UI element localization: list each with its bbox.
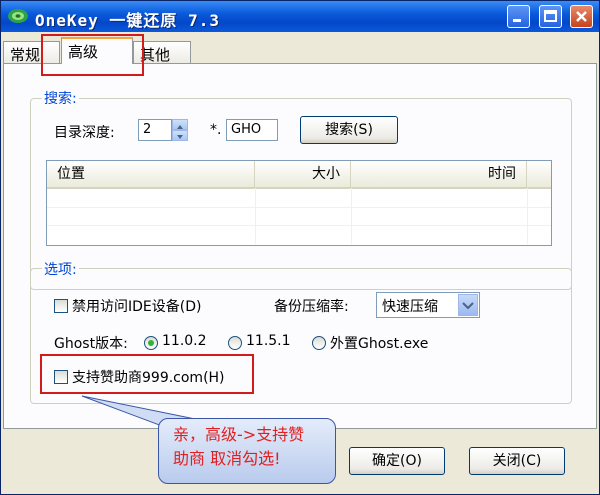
title-bar[interactable]: OneKey 一键还原 7.3 [1, 1, 599, 32]
ghost-version-label: Ghost版本: [54, 336, 128, 352]
depth-spinner[interactable] [172, 119, 188, 141]
close-button[interactable]: 关闭(C) [469, 447, 565, 475]
arrow-down-icon [177, 135, 183, 139]
ghost-version-radio-external[interactable] [312, 336, 326, 350]
close-window-button[interactable] [570, 5, 593, 28]
grid-line [527, 188, 528, 244]
annotation-line-1: 亲，高级->支持赞 [173, 425, 305, 444]
column-size[interactable]: 大小 [255, 161, 351, 187]
compression-select[interactable]: 快速压缩 [376, 292, 480, 318]
pattern-input[interactable]: GHO [226, 119, 278, 141]
maximize-icon [544, 10, 557, 22]
minimize-icon [513, 19, 521, 22]
radio-selected-dot [148, 340, 154, 346]
results-list[interactable]: 位置 大小 时间 [46, 160, 552, 246]
ghost-version-1151-label: 11.5.1 [246, 333, 291, 349]
minimize-button[interactable] [507, 5, 530, 28]
annotation-line-2: 助商 取消勾选! [173, 449, 281, 468]
search-group-label: 搜索: [42, 88, 79, 108]
options-group-label: 选项: [42, 259, 79, 279]
ok-button[interactable]: 确定(O) [349, 447, 445, 475]
depth-label: 目录深度: [54, 125, 115, 141]
grid-line [351, 188, 352, 244]
highlight-box-sponsor-option [40, 354, 254, 394]
depth-input[interactable]: 2 [138, 119, 172, 141]
ghost-version-radio-1102[interactable] [144, 336, 158, 350]
column-time[interactable]: 时间 [351, 161, 527, 187]
chevron-down-icon [462, 302, 474, 310]
tab-advanced[interactable]: 高级 [61, 37, 133, 64]
ghost-version-radio-1151[interactable] [228, 336, 242, 350]
disable-ide-checkbox[interactable] [54, 299, 68, 313]
disable-ide-label: 禁用访问IDE设备(D) [72, 299, 202, 315]
search-button[interactable]: 搜索(S) [300, 116, 398, 144]
maximize-button[interactable] [539, 5, 562, 28]
results-list-header: 位置 大小 时间 [47, 161, 551, 189]
tab-strip: 常规 高级 其他 [3, 37, 597, 65]
close-icon [576, 11, 587, 22]
spin-down-button[interactable] [172, 130, 188, 141]
grid-line [47, 207, 551, 208]
compression-label: 备份压缩率: [274, 299, 349, 315]
column-location[interactable]: 位置 [47, 161, 255, 187]
compression-value: 快速压缩 [382, 299, 438, 315]
ghost-version-external-label: 外置Ghost.exe [330, 336, 429, 352]
annotation-callout: 亲，高级->支持赞 助商 取消勾选! [158, 418, 336, 484]
spin-up-button[interactable] [172, 119, 188, 130]
grid-line [255, 188, 256, 244]
ghost-version-1102-label: 11.0.2 [162, 333, 207, 349]
window-title: OneKey 一键还原 7.3 [35, 11, 220, 30]
pattern-prefix: *. [210, 122, 222, 138]
app-icon [8, 9, 28, 23]
compression-dropdown-button[interactable] [458, 294, 478, 316]
grid-line [47, 225, 551, 226]
